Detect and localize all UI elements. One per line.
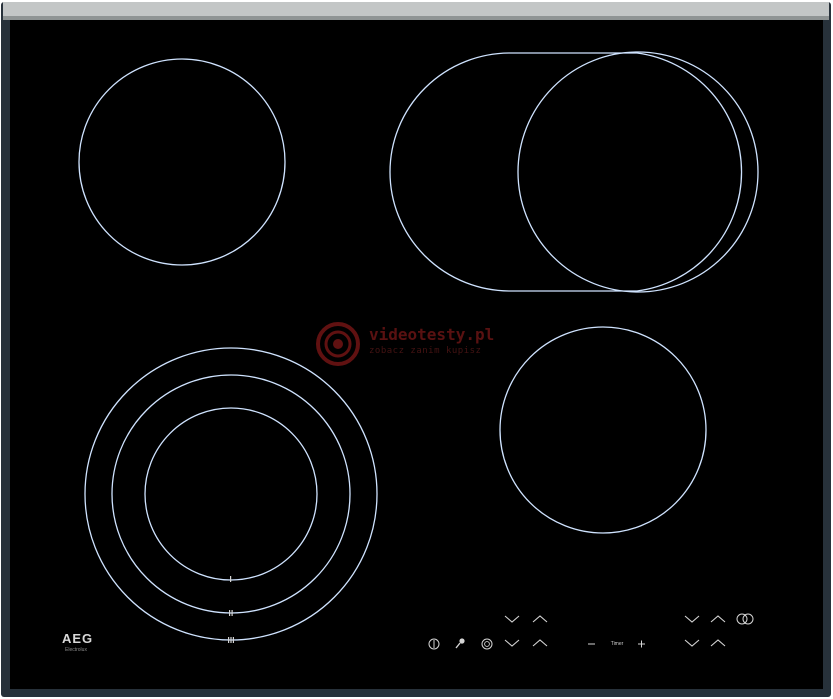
zone-marker-III — [228, 637, 230, 643]
watermark-tagline: zobacz zanim kupisz — [369, 346, 482, 356]
timer-label: Timer — [610, 641, 624, 647]
brand-logo: AEG — [62, 631, 94, 646]
watermark-logo-icon — [316, 322, 360, 366]
brand-block: AEG Electrolux — [62, 632, 122, 664]
watermark-title: videotesty.pl — [369, 325, 495, 344]
zone-marker-I — [230, 576, 232, 582]
watermark: videotesty.pl zobacz zanim kupisz — [314, 322, 544, 366]
zone-marker-II — [229, 610, 231, 616]
brand-subtitle: Electrolux — [65, 647, 87, 653]
